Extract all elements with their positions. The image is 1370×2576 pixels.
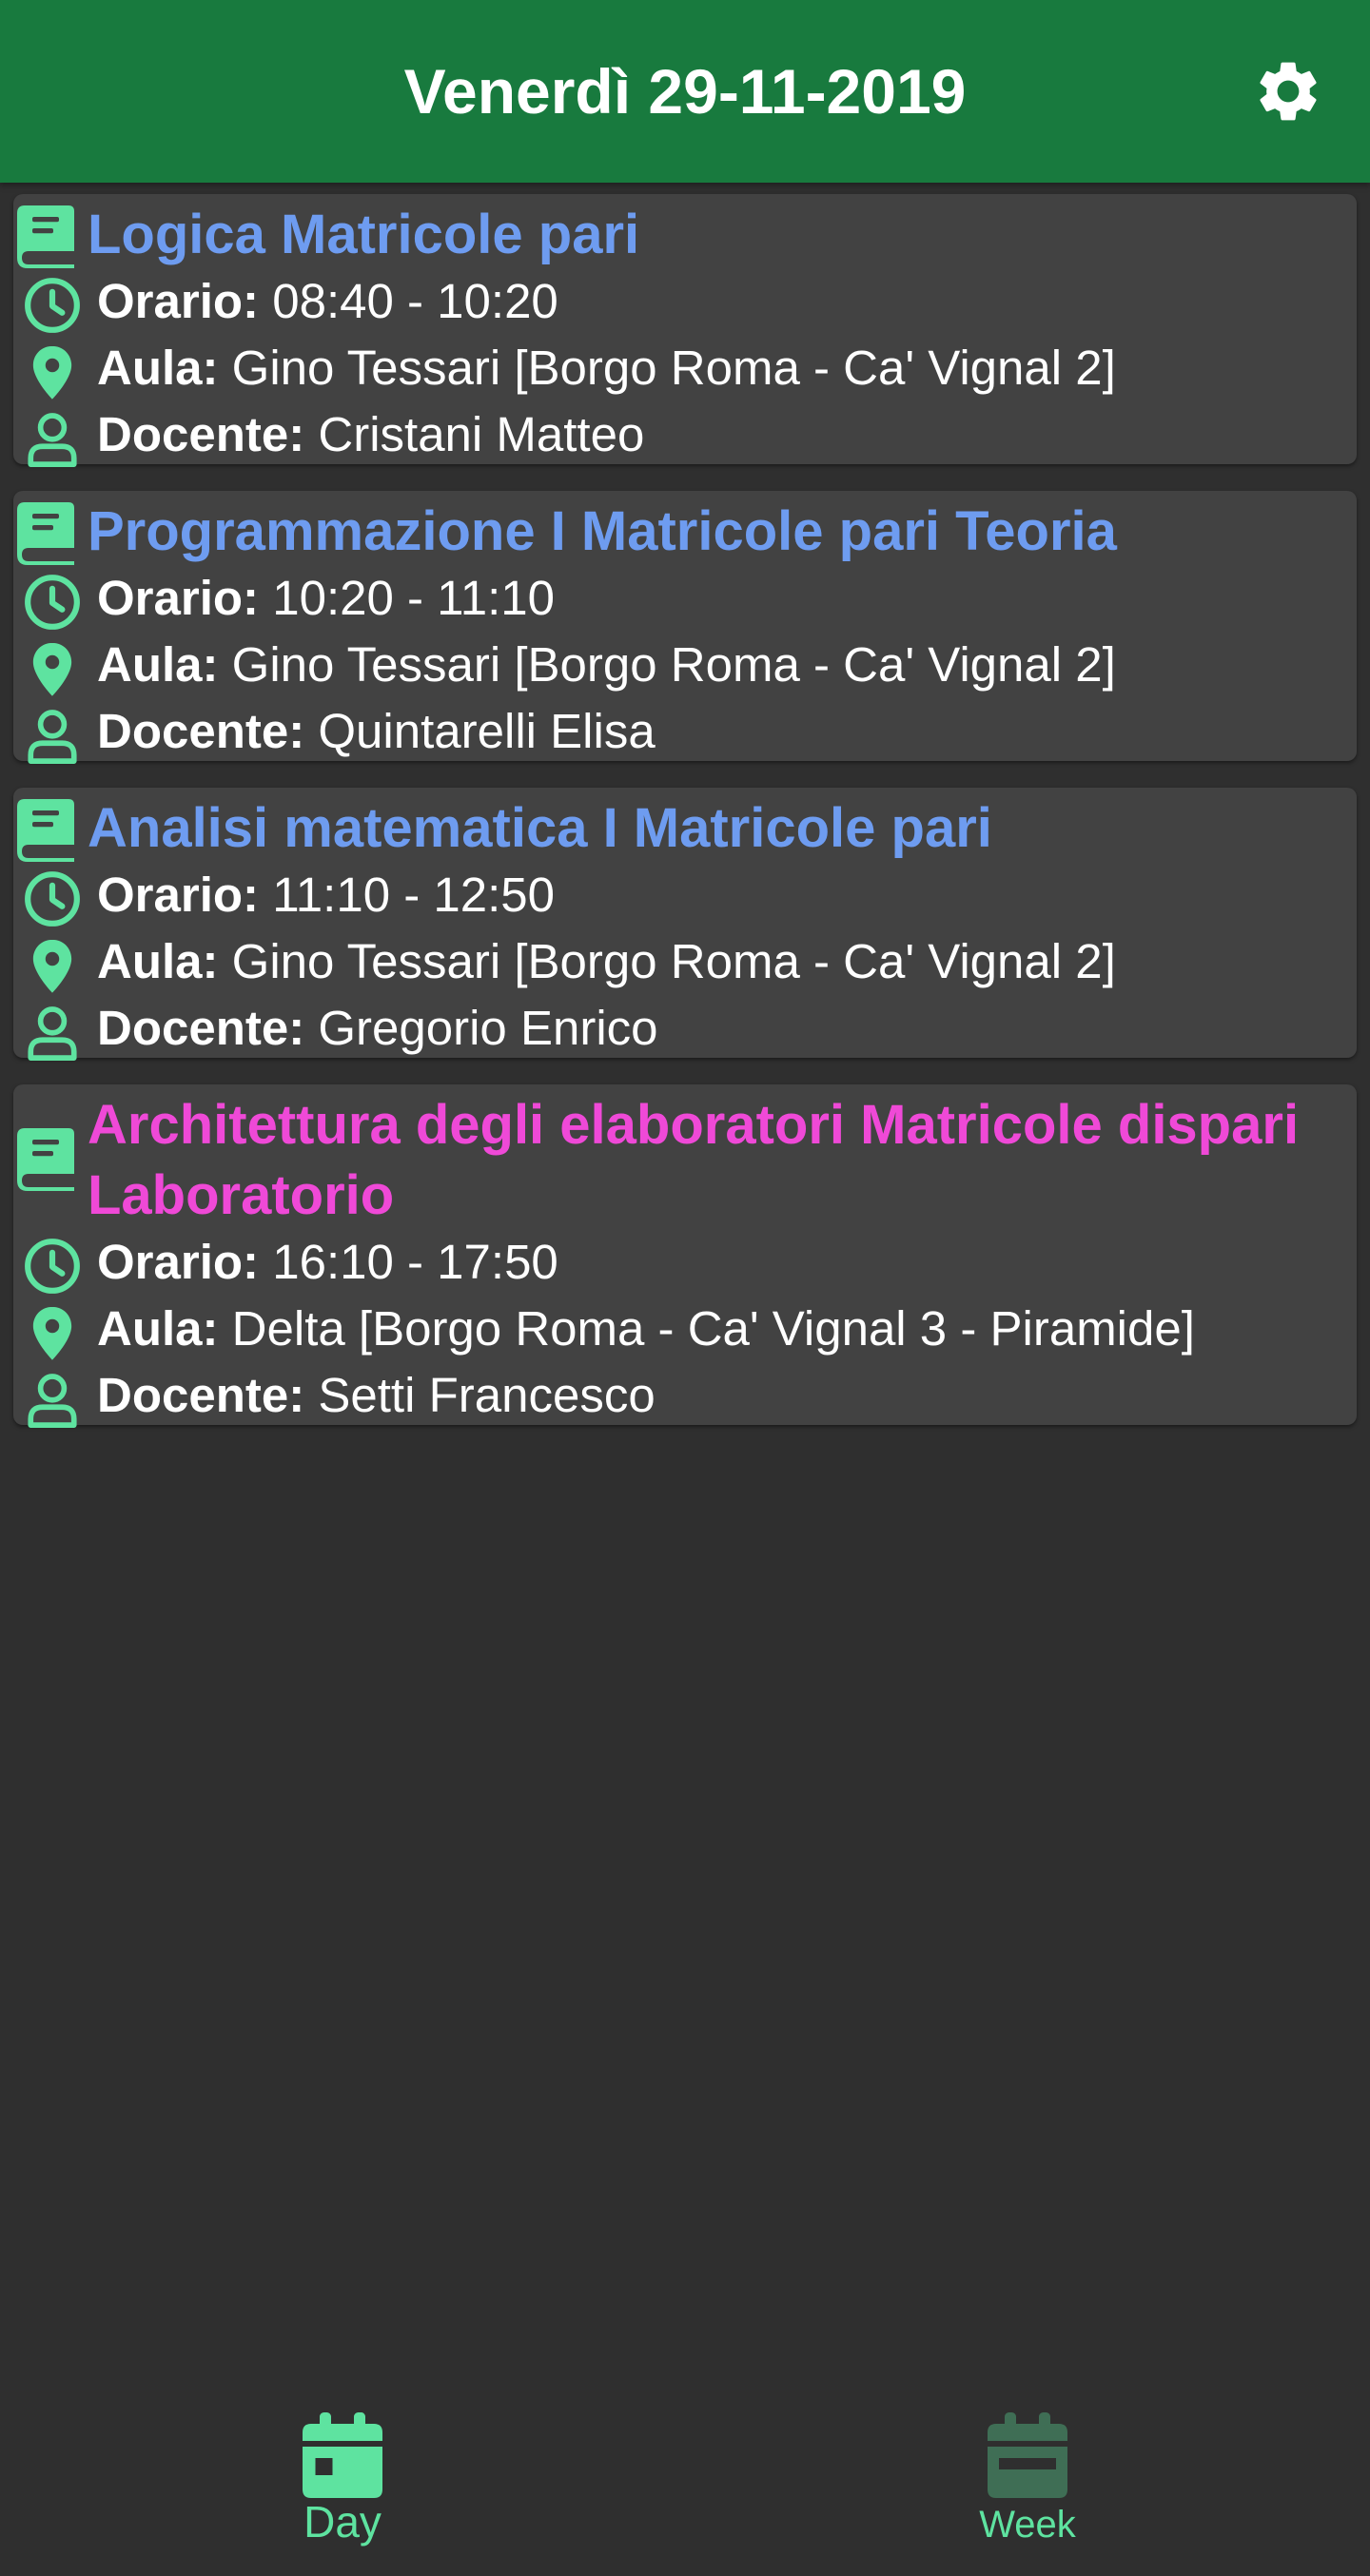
lesson-time: Orario: 10:20 - 11:10 (97, 565, 1347, 632)
lesson-title: Logica Matricole pari (88, 204, 640, 265)
person-icon (23, 1370, 82, 1429)
book-icon (17, 205, 74, 268)
clock-icon (23, 276, 82, 335)
room-label: Aula: (97, 637, 219, 692)
room-value: Gino Tessari [Borgo Roma - Ca' Vignal 2] (231, 934, 1116, 988)
lesson-teacher: Docente: Cristani Matteo (97, 401, 1347, 468)
page-title: Venerdì 29-11-2019 (403, 56, 967, 127)
teacher-label: Docente: (97, 704, 305, 758)
teacher-label: Docente: (97, 407, 305, 461)
calendar-day-icon (303, 2412, 382, 2498)
book-icon (17, 1128, 74, 1191)
lesson-teacher: Docente: Gregorio Enrico (97, 995, 1347, 1062)
room-label: Aula: (97, 341, 219, 395)
teacher-value: Quintarelli Elisa (318, 704, 656, 758)
lesson-teacher: Docente: Quintarelli Elisa (97, 698, 1347, 765)
time-value: 16:10 - 17:50 (272, 1235, 558, 1289)
teacher-value: Gregorio Enrico (318, 1001, 658, 1055)
room-value: Delta [Borgo Roma - Ca' Vignal 3 - Piram… (231, 1301, 1195, 1356)
lesson-room: Aula: Gino Tessari [Borgo Roma - Ca' Vig… (97, 335, 1347, 401)
clock-icon (23, 869, 82, 928)
nav-label-week: Week (979, 2504, 1076, 2546)
lesson-card[interactable]: Analisi matematica I Matricole pari Orar… (13, 788, 1357, 1058)
lesson-time: Orario: 11:10 - 12:50 (97, 862, 1347, 928)
lesson-title: Programmazione I Matricole pari Teoria (88, 500, 1117, 562)
lesson-teacher: Docente: Setti Francesco (97, 1362, 1347, 1429)
book-icon (17, 799, 74, 862)
settings-button[interactable] (1252, 55, 1324, 127)
lesson-time: Orario: 08:40 - 10:20 (97, 268, 1347, 335)
time-value: 10:20 - 11:10 (272, 571, 556, 625)
lesson-room: Aula: Delta [Borgo Roma - Ca' Vignal 3 -… (97, 1296, 1347, 1362)
app-bar: Venerdì 29-11-2019 (0, 0, 1370, 183)
teacher-label: Docente: (97, 1368, 305, 1422)
location-pin-icon (23, 936, 82, 995)
teacher-value: Cristani Matteo (318, 407, 645, 461)
room-value: Gino Tessari [Borgo Roma - Ca' Vignal 2] (231, 637, 1116, 692)
time-label: Orario: (97, 274, 260, 328)
room-label: Aula: (97, 1301, 219, 1356)
book-icon (17, 502, 74, 565)
clock-icon (23, 1237, 82, 1296)
person-icon (23, 409, 82, 468)
nav-tab-day[interactable]: Day (0, 2378, 685, 2576)
location-pin-icon (23, 1303, 82, 1362)
lesson-title: Analisi matematica I Matricole pari (88, 797, 992, 859)
room-label: Aula: (97, 934, 219, 988)
person-icon (23, 706, 82, 765)
lesson-title-line: Architettura degli elaboratori Matricole… (88, 1094, 1300, 1156)
lesson-card[interactable]: Programmazione I Matricole pari Teoria O… (13, 491, 1357, 761)
lesson-card[interactable]: Logica Matricole pari Orario: 08:40 - 10… (13, 194, 1357, 464)
teacher-value: Setti Francesco (318, 1368, 656, 1422)
person-icon (23, 1003, 82, 1062)
gear-icon (1260, 62, 1317, 121)
room-value: Gino Tessari [Borgo Roma - Ca' Vignal 2] (231, 341, 1116, 395)
time-label: Orario: (97, 868, 260, 922)
time-label: Orario: (97, 571, 260, 625)
teacher-label: Docente: (97, 1001, 305, 1055)
lesson-time: Orario: 16:10 - 17:50 (97, 1229, 1347, 1296)
nav-label-day: Day (303, 2497, 382, 2547)
bottom-navigation: Day Week (0, 2378, 1370, 2576)
location-pin-icon (23, 639, 82, 698)
lesson-title: Architettura degli elaboratori Matricole… (88, 1090, 1340, 1231)
lesson-room: Aula: Gino Tessari [Borgo Roma - Ca' Vig… (97, 928, 1347, 995)
time-value: 11:10 - 12:50 (272, 868, 556, 922)
lesson-title-line: Laboratorio (88, 1164, 395, 1226)
lesson-card[interactable]: Architettura degli elaboratori Matricole… (13, 1084, 1357, 1425)
clock-icon (23, 573, 82, 632)
nav-tab-week[interactable]: Week (685, 2378, 1370, 2576)
time-label: Orario: (97, 1235, 260, 1289)
lesson-room: Aula: Gino Tessari [Borgo Roma - Ca' Vig… (97, 632, 1347, 698)
location-pin-icon (23, 342, 82, 401)
time-value: 08:40 - 10:20 (272, 274, 558, 328)
calendar-week-icon (988, 2412, 1067, 2498)
